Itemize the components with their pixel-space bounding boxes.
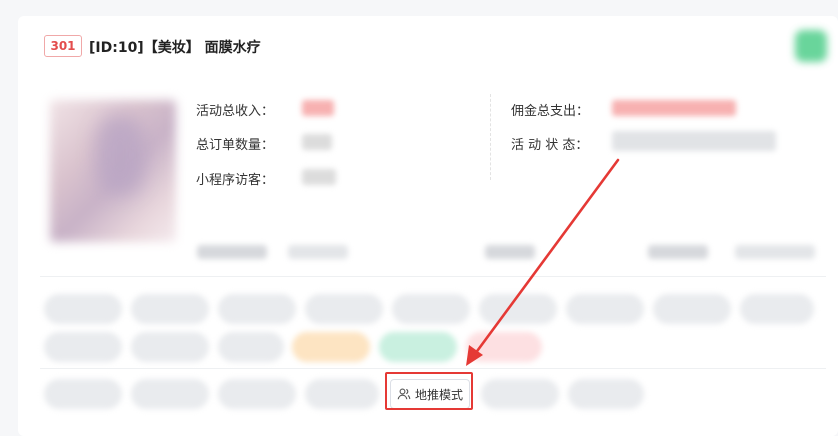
total-revenue-value [302, 100, 334, 116]
action-button[interactable] [566, 294, 644, 324]
activity-title[interactable]: [ID:10]【美妆】 面膜水疗 [89, 37, 261, 57]
summary-item [197, 245, 267, 259]
action-button[interactable] [218, 332, 284, 362]
action-button[interactable] [379, 332, 457, 362]
total-revenue-label: 活动总收入： [196, 104, 275, 119]
user-group-icon [397, 387, 411, 401]
section-divider [40, 276, 826, 277]
commission-expense-value [612, 100, 736, 116]
action-button[interactable] [481, 379, 559, 409]
action-button[interactable] [44, 332, 122, 362]
action-button[interactable] [568, 379, 644, 409]
id-badge: 301 [44, 35, 82, 57]
action-button[interactable] [131, 379, 209, 409]
summary-item [735, 245, 815, 259]
activity-status-value [612, 131, 776, 151]
action-button[interactable] [131, 332, 209, 362]
activity-status-label: 活 动 状 态： [511, 138, 589, 153]
action-button[interactable] [392, 294, 470, 324]
action-button[interactable] [218, 294, 296, 324]
action-button[interactable] [292, 332, 370, 362]
ground-promotion-mode-label: 地推模式 [414, 387, 463, 402]
action-button[interactable] [131, 294, 209, 324]
summary-item [648, 245, 708, 259]
total-orders-label: 总订单数量： [196, 138, 275, 153]
action-button[interactable] [218, 379, 296, 409]
action-button[interactable] [305, 379, 379, 409]
summary-item [288, 245, 348, 259]
action-button[interactable] [740, 294, 814, 324]
miniprogram-visitors-value [302, 169, 336, 185]
action-button[interactable] [653, 294, 731, 324]
action-button[interactable] [44, 294, 122, 324]
section-divider [40, 368, 826, 369]
total-orders-value [302, 134, 332, 150]
action-button[interactable] [305, 294, 383, 324]
summary-item [485, 245, 535, 259]
status-indicator [795, 30, 827, 62]
stats-divider [490, 94, 491, 180]
miniprogram-visitors-label: 小程序访客： [196, 173, 275, 188]
product-thumbnail-figure [95, 115, 145, 195]
action-button[interactable] [44, 379, 122, 409]
action-button[interactable] [466, 332, 542, 362]
action-button[interactable] [479, 294, 557, 324]
commission-expense-label: 佣金总支出： [511, 104, 590, 119]
ground-promotion-mode-button[interactable]: 地推模式 [390, 379, 470, 409]
